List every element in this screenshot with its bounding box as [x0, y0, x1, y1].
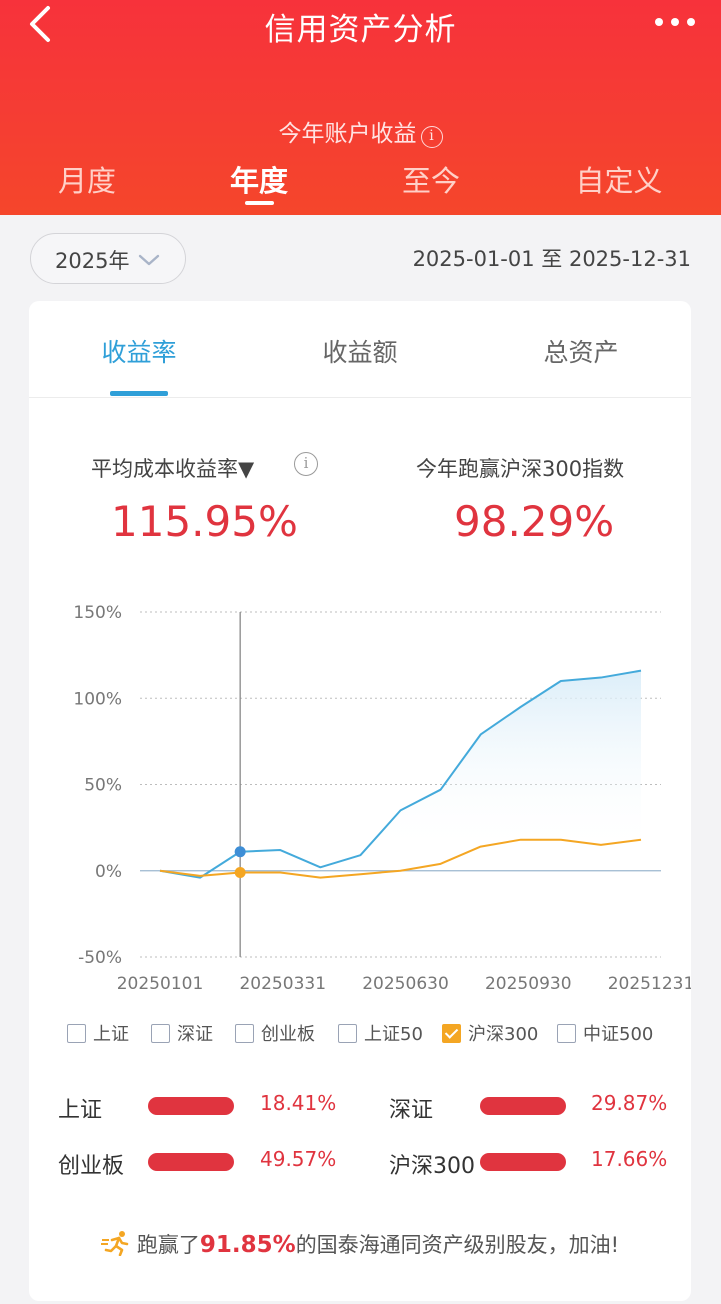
- compare-bar: [480, 1153, 566, 1171]
- tab-monthly[interactable]: 月度: [58, 158, 116, 200]
- year-select[interactable]: 2025年: [30, 233, 186, 284]
- page-title: 信用资产分析: [264, 12, 457, 48]
- compare-label-shenzhen: 深证: [389, 1098, 434, 1123]
- x-tick-label: 20250930: [485, 974, 572, 994]
- compare-bar: [148, 1097, 234, 1115]
- tab-custom[interactable]: 自定义: [575, 158, 662, 200]
- year-select-value: 2025年: [55, 249, 130, 273]
- compare-label-shanghai: 上证: [58, 1098, 103, 1123]
- legend-csi500[interactable]: 中证500: [557, 1020, 653, 1045]
- compare-value-shenzhen: 29.87%: [591, 1091, 668, 1115]
- compare-bar: [480, 1097, 566, 1115]
- legend-csi300[interactable]: 沪深300: [442, 1020, 538, 1045]
- ranking-percent: 91.85%: [199, 1232, 296, 1258]
- x-tick-label: 20250331: [239, 974, 326, 994]
- legend-sse50[interactable]: 上证50: [338, 1020, 423, 1045]
- x-tick-label: 20250101: [117, 974, 204, 994]
- y-tick-label: 50%: [84, 776, 122, 796]
- legend-chinext[interactable]: 创业板: [235, 1020, 315, 1045]
- cursor-point-csi300: [234, 866, 246, 878]
- tab-yearly[interactable]: 年度: [230, 158, 288, 200]
- runner-icon: [100, 1231, 129, 1256]
- date-range: 2025-01-01 至 2025-12-31: [412, 247, 691, 271]
- chevron-down-icon: [138, 254, 160, 266]
- x-tick-label: 20250630: [362, 974, 449, 994]
- x-tick-label: 20251231: [608, 974, 691, 994]
- active-tab-indicator: [245, 201, 274, 205]
- compare-label-csi300: 沪深300: [389, 1154, 475, 1179]
- cursor-point-account: [234, 846, 246, 858]
- checkbox[interactable]: [557, 1024, 576, 1043]
- compare-bar: [148, 1153, 234, 1171]
- tab-to-date[interactable]: 至今: [402, 158, 460, 200]
- header-bar: 信用资产分析 今年账户收益 i 月度 年度 至今 自定义: [0, 0, 721, 215]
- legend-shanghai[interactable]: 上证: [67, 1020, 129, 1045]
- compare-value-chinext: 49.57%: [260, 1147, 337, 1171]
- y-tick-label: 100%: [73, 689, 122, 709]
- period-tabs: 月度 年度 至今 自定义: [0, 150, 721, 210]
- y-tick-label: 150%: [73, 603, 122, 623]
- legend-shenzhen[interactable]: 深证: [151, 1020, 213, 1045]
- y-tick-label: 0%: [95, 862, 122, 882]
- compare-value-shanghai: 18.41%: [260, 1091, 337, 1115]
- checkbox[interactable]: [67, 1024, 86, 1043]
- return-chart[interactable]: 150% 100% 50% 0% -50% 20250101 20250331 2025063…: [29, 301, 691, 1001]
- info-icon[interactable]: i: [420, 126, 443, 148]
- y-tick-label: -50%: [78, 948, 122, 968]
- more-dots-icon: [655, 18, 695, 26]
- account-return-subtitle: 今年账户收益 i: [0, 114, 721, 148]
- ranking-message: 跑赢了91.85%的国泰海通同资产级别股友，加油!: [29, 1229, 691, 1259]
- compare-label-chinext: 创业板: [58, 1154, 125, 1179]
- analysis-card: 收益率 收益额 总资产 平均成本收益率▼ i 115.95% 今年跑赢沪深300…: [29, 301, 691, 1301]
- checkbox[interactable]: [235, 1024, 254, 1043]
- checkbox[interactable]: [338, 1024, 357, 1043]
- checkbox[interactable]: [151, 1024, 170, 1043]
- checkbox-checked[interactable]: [442, 1024, 461, 1043]
- compare-value-csi300: 17.66%: [591, 1147, 668, 1171]
- more-button[interactable]: [653, 10, 697, 34]
